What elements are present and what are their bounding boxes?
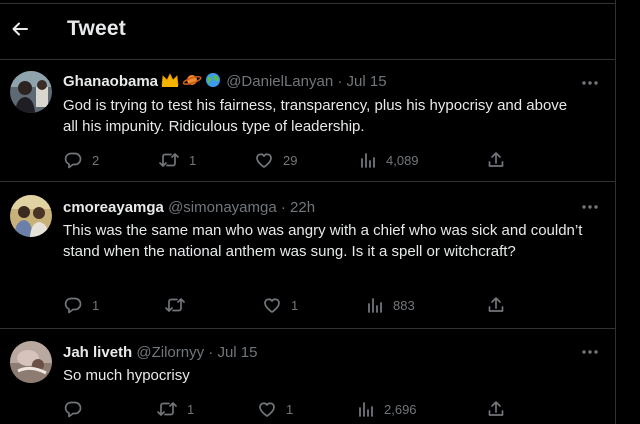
user-handle[interactable]: @Zilornyy: [136, 344, 204, 361]
reply-tweet[interactable]: Jah liveth @Zilornyy · Jul 15 So much hy…: [0, 328, 616, 424]
reply-icon: [64, 401, 82, 418]
views-icon: [359, 402, 373, 417]
display-name[interactable]: cmoreayamga: [63, 199, 164, 216]
reply-tweet[interactable]: cmoreayamga @simonayamga · 22h This was …: [0, 181, 616, 328]
separator: ·: [280, 199, 286, 216]
more-options-icon[interactable]: [579, 344, 601, 360]
avatar[interactable]: [10, 195, 52, 237]
retweet-icon: [159, 153, 179, 167]
avatar[interactable]: [10, 341, 52, 383]
avatar[interactable]: [10, 71, 52, 113]
reply-button[interactable]: 1: [63, 295, 99, 315]
reply-icon: [64, 152, 82, 169]
tweet-page: Tweet Ghanaobama @DanielLanyan · Jul 15 …: [0, 0, 616, 424]
retweet-icon: [165, 298, 185, 312]
share-icon: [488, 152, 504, 167]
user-handle[interactable]: @simonayamga: [168, 199, 277, 216]
timestamp[interactable]: Jul 15: [347, 73, 387, 90]
timestamp[interactable]: Jul 15: [217, 344, 257, 361]
like-button[interactable]: 29: [254, 150, 297, 170]
back-arrow-icon[interactable]: [10, 19, 30, 39]
share-icon: [488, 297, 504, 312]
share-button[interactable]: [486, 295, 506, 315]
separator: ·: [337, 73, 343, 90]
more-options-icon[interactable]: [579, 75, 601, 91]
retweet-button[interactable]: 1: [158, 150, 196, 170]
display-name[interactable]: Jah liveth: [63, 344, 132, 361]
like-button[interactable]: 1: [257, 399, 293, 419]
globe-icon: [204, 72, 222, 92]
retweet-count: 1: [187, 401, 195, 417]
share-button[interactable]: [486, 399, 506, 419]
more-options-icon[interactable]: [579, 199, 601, 215]
views-icon: [368, 298, 382, 313]
reply-count: 1: [92, 297, 100, 313]
reply-icon: [64, 297, 82, 314]
header-bar: Tweet: [0, 0, 616, 58]
reply-button[interactable]: [63, 399, 92, 419]
heart-icon: [264, 298, 280, 313]
action-bar: 1 1 2,696: [0, 399, 616, 419]
user-handle[interactable]: @DanielLanyan: [226, 73, 333, 90]
view-count: 2,696: [384, 401, 417, 417]
retweet-button[interactable]: [164, 295, 195, 315]
view-count: 883: [393, 297, 415, 313]
like-count: 1: [291, 297, 299, 313]
retweet-icon: [157, 402, 177, 416]
retweet-count: 1: [189, 152, 197, 168]
reply-tweet[interactable]: Ghanaobama @DanielLanyan · Jul 15 God is…: [0, 59, 616, 181]
like-count: 1: [286, 401, 294, 417]
heart-icon: [256, 153, 272, 168]
tweet-text: God is trying to test his fairness, tran…: [63, 97, 568, 135]
reply-button[interactable]: 2: [63, 150, 99, 170]
views-button[interactable]: 4,089: [359, 150, 419, 170]
tweet-text: This was the same man who was angry with…: [63, 222, 583, 260]
ringed-planet-icon: [182, 72, 202, 92]
tweet-header: cmoreayamga @simonayamga · 22h: [63, 199, 315, 216]
views-button[interactable]: 883: [366, 295, 415, 315]
view-count: 4,089: [386, 152, 419, 168]
tweet-text: So much hypocrisy: [63, 367, 190, 384]
separator: ·: [208, 344, 214, 361]
tweet-header: Jah liveth @Zilornyy · Jul 15: [63, 344, 257, 361]
reply-count: 2: [92, 152, 100, 168]
views-button[interactable]: 2,696: [357, 399, 417, 419]
display-name[interactable]: Ghanaobama: [63, 73, 158, 90]
page-title: Tweet: [67, 17, 126, 40]
action-bar: 1 1 883: [0, 295, 616, 315]
timestamp[interactable]: 22h: [290, 199, 315, 216]
tweet-header: Ghanaobama @DanielLanyan · Jul 15: [63, 72, 387, 92]
share-button[interactable]: [486, 150, 506, 170]
views-icon: [361, 153, 375, 168]
heart-icon: [259, 402, 275, 417]
like-count: 29: [283, 152, 298, 168]
share-icon: [488, 401, 504, 416]
crown-icon: [160, 72, 180, 92]
action-bar: 2 1 29 4,089: [0, 150, 616, 170]
like-button[interactable]: 1: [262, 295, 298, 315]
retweet-button[interactable]: 1: [156, 399, 194, 419]
